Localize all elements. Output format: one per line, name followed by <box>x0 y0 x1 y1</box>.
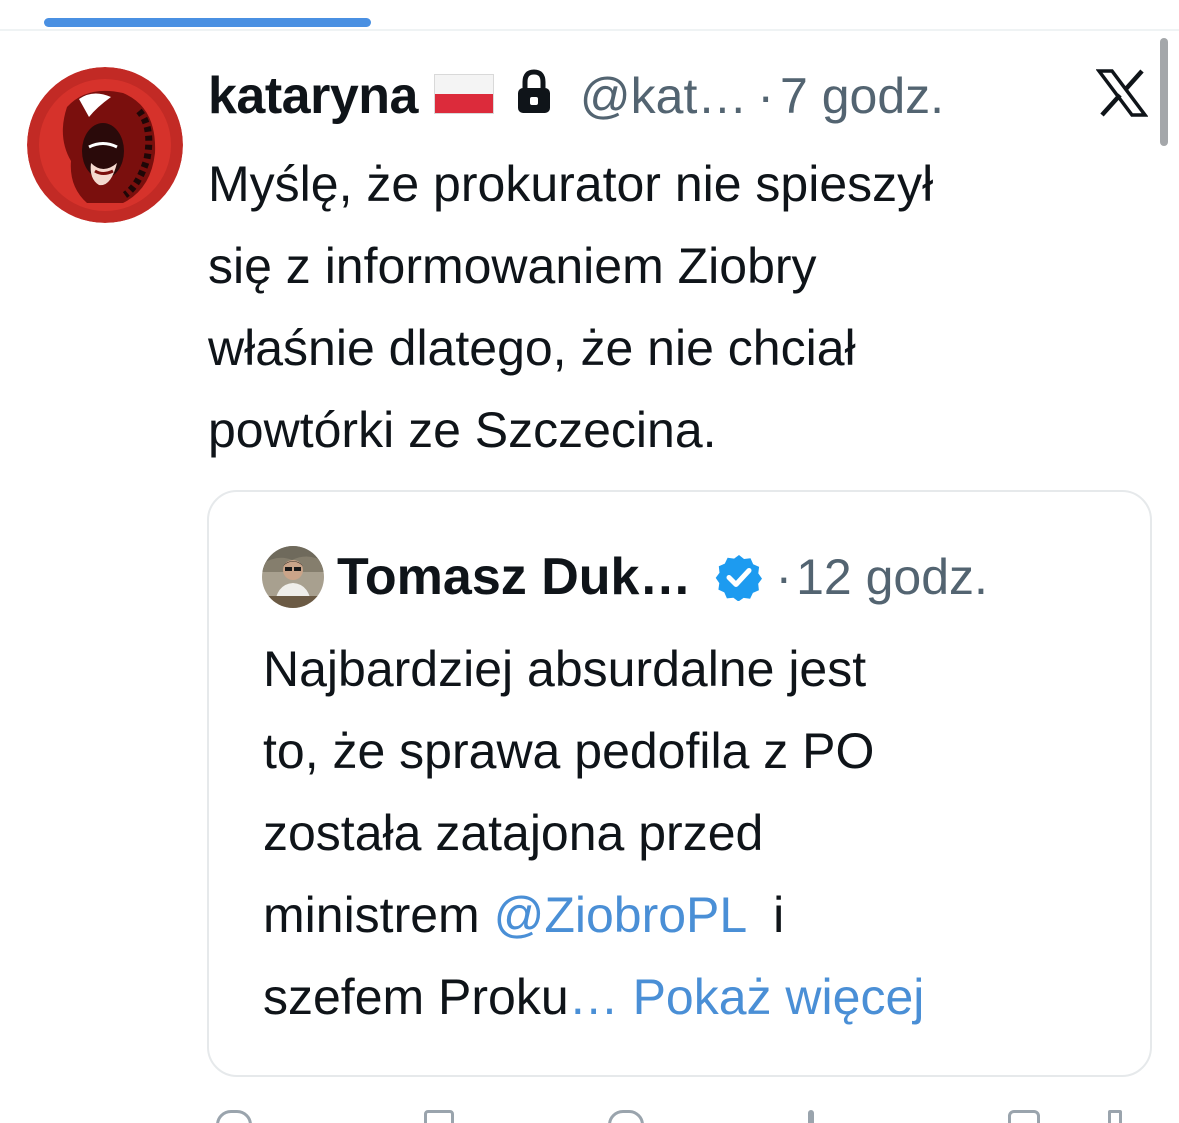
x-logo-icon <box>1096 69 1148 117</box>
like-icon[interactable] <box>608 1110 644 1123</box>
tweet-text: Myślę, że prokurator nie spieszył się z … <box>208 143 1148 471</box>
mention-link[interactable]: @ZiobroPL <box>494 887 746 943</box>
quoted-text-line: została zatajona przed <box>263 805 764 861</box>
quoted-text-segment: szefem Proku <box>263 969 569 1025</box>
quoted-text-line: Najbardziej absurdalne jest <box>263 641 867 697</box>
quoted-tweet-text: Najbardziej absurdalne jest to, że spraw… <box>263 628 1133 1038</box>
top-divider <box>0 29 1179 31</box>
separator-dot: · <box>757 68 775 124</box>
quoted-author-name[interactable]: Tomasz Duk… <box>337 547 691 607</box>
scrollbar[interactable] <box>1160 38 1168 146</box>
author-handle[interactable]: @kat… <box>580 67 747 125</box>
views-icon[interactable] <box>808 1110 814 1123</box>
bookmark-icon[interactable] <box>1008 1110 1040 1123</box>
tweet-text-line: się z informowaniem Ziobry <box>208 238 817 294</box>
retweet-icon[interactable] <box>424 1110 454 1123</box>
separator-dot: · <box>775 549 793 605</box>
tweet-timestamp[interactable]: 7 godz. <box>780 67 944 125</box>
share-icon[interactable] <box>1108 1110 1122 1123</box>
quoted-tweet-header: Tomasz Duk… · 12 godz. <box>337 542 988 612</box>
lock-icon <box>516 69 552 115</box>
quoted-text-line: szefem Proku… Pokaż więcej <box>263 956 1133 1038</box>
verified-badge-icon <box>715 553 763 601</box>
tweet-text-line: Myślę, że prokurator nie spieszył <box>208 156 934 212</box>
quoted-text-line: to, że sprawa pedofila z PO <box>263 723 875 779</box>
active-tab-indicator <box>44 18 371 27</box>
tweet-text-line: powtórki ze Szczecina. <box>208 402 717 458</box>
author-avatar[interactable] <box>27 67 183 223</box>
tweet-text-line: właśnie dlatego, że nie chciał <box>208 320 856 376</box>
quoted-text-segment: i <box>745 887 785 943</box>
quoted-tweet-timestamp[interactable]: 12 godz. <box>796 548 988 606</box>
tweet-header: kataryna @kat… · 7 godz. <box>208 62 944 130</box>
author-name[interactable]: kataryna <box>208 66 418 126</box>
quoted-author-avatar[interactable] <box>262 546 324 608</box>
quoted-tweet-card[interactable]: Tomasz Duk… · 12 godz. Najbardziej absur… <box>207 490 1152 1077</box>
tweet-action-bar <box>208 1104 1148 1123</box>
quoted-text-line: ministrem @ZiobroPL i <box>263 874 1133 956</box>
poland-flag-icon <box>433 74 494 114</box>
truncation-ellipsis: … <box>568 969 619 1025</box>
reply-icon[interactable] <box>216 1110 252 1123</box>
show-more-link[interactable]: Pokaż więcej <box>619 969 925 1025</box>
quoted-text-segment: ministrem <box>263 887 494 943</box>
